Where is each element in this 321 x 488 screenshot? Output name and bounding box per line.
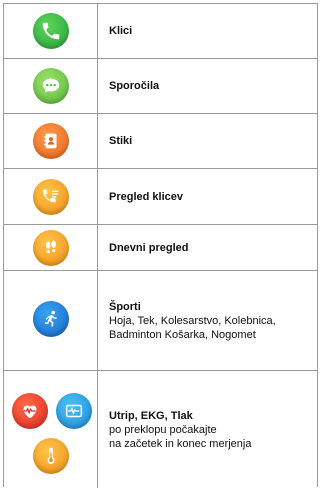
- icon-cell: [4, 169, 98, 224]
- phone-icon: [33, 13, 69, 49]
- row-label: Klici: [109, 25, 133, 37]
- table-row: Utrip, EKG, Tlak po preklopu počakajte n…: [4, 371, 317, 488]
- table-row: Stiki: [4, 114, 317, 169]
- call-log-icon: [33, 179, 69, 215]
- row-label: Dnevni pregled: [109, 241, 189, 254]
- icon-cell: [4, 271, 98, 370]
- icon-cell: [4, 59, 98, 113]
- icon-cell: [4, 371, 98, 488]
- row-description-line: Badminton Košarka, Nogomet: [109, 328, 256, 341]
- row-label: Sporočila: [109, 80, 160, 92]
- heart-rate-icon: [12, 393, 48, 429]
- row-description-line: Hoja, Tek, Kolesarstvo, Kolebnica,: [109, 314, 276, 327]
- ecg-icon: [56, 393, 92, 429]
- row-label: Športi: [109, 300, 141, 313]
- row-description-line: na začetek in konec merjenja: [109, 438, 252, 450]
- thermometer-icon: [33, 438, 69, 474]
- table-row: Športi Hoja, Tek, Kolesarstvo, Kolebnica…: [4, 271, 317, 371]
- running-icon: [33, 301, 69, 337]
- table-row: Klici: [4, 4, 317, 59]
- icon-cell: [4, 4, 98, 58]
- icon-cell: [4, 225, 98, 270]
- icon-cell: [4, 114, 98, 168]
- row-label: Stiki: [109, 135, 133, 147]
- row-label: Pregled klicev: [109, 190, 183, 203]
- footsteps-icon: [33, 230, 69, 266]
- table-row: Pregled klicev: [4, 169, 317, 225]
- feature-table: Klici Sporočila Stiki Pregled klicev Dne…: [3, 3, 318, 488]
- row-description-line: po preklopu počakajte: [109, 424, 217, 436]
- contacts-icon: [33, 123, 69, 159]
- table-row: Dnevni pregled: [4, 225, 317, 271]
- table-row: Sporočila: [4, 59, 317, 114]
- message-icon: [33, 68, 69, 104]
- row-label: Utrip, EKG, Tlak: [109, 410, 193, 422]
